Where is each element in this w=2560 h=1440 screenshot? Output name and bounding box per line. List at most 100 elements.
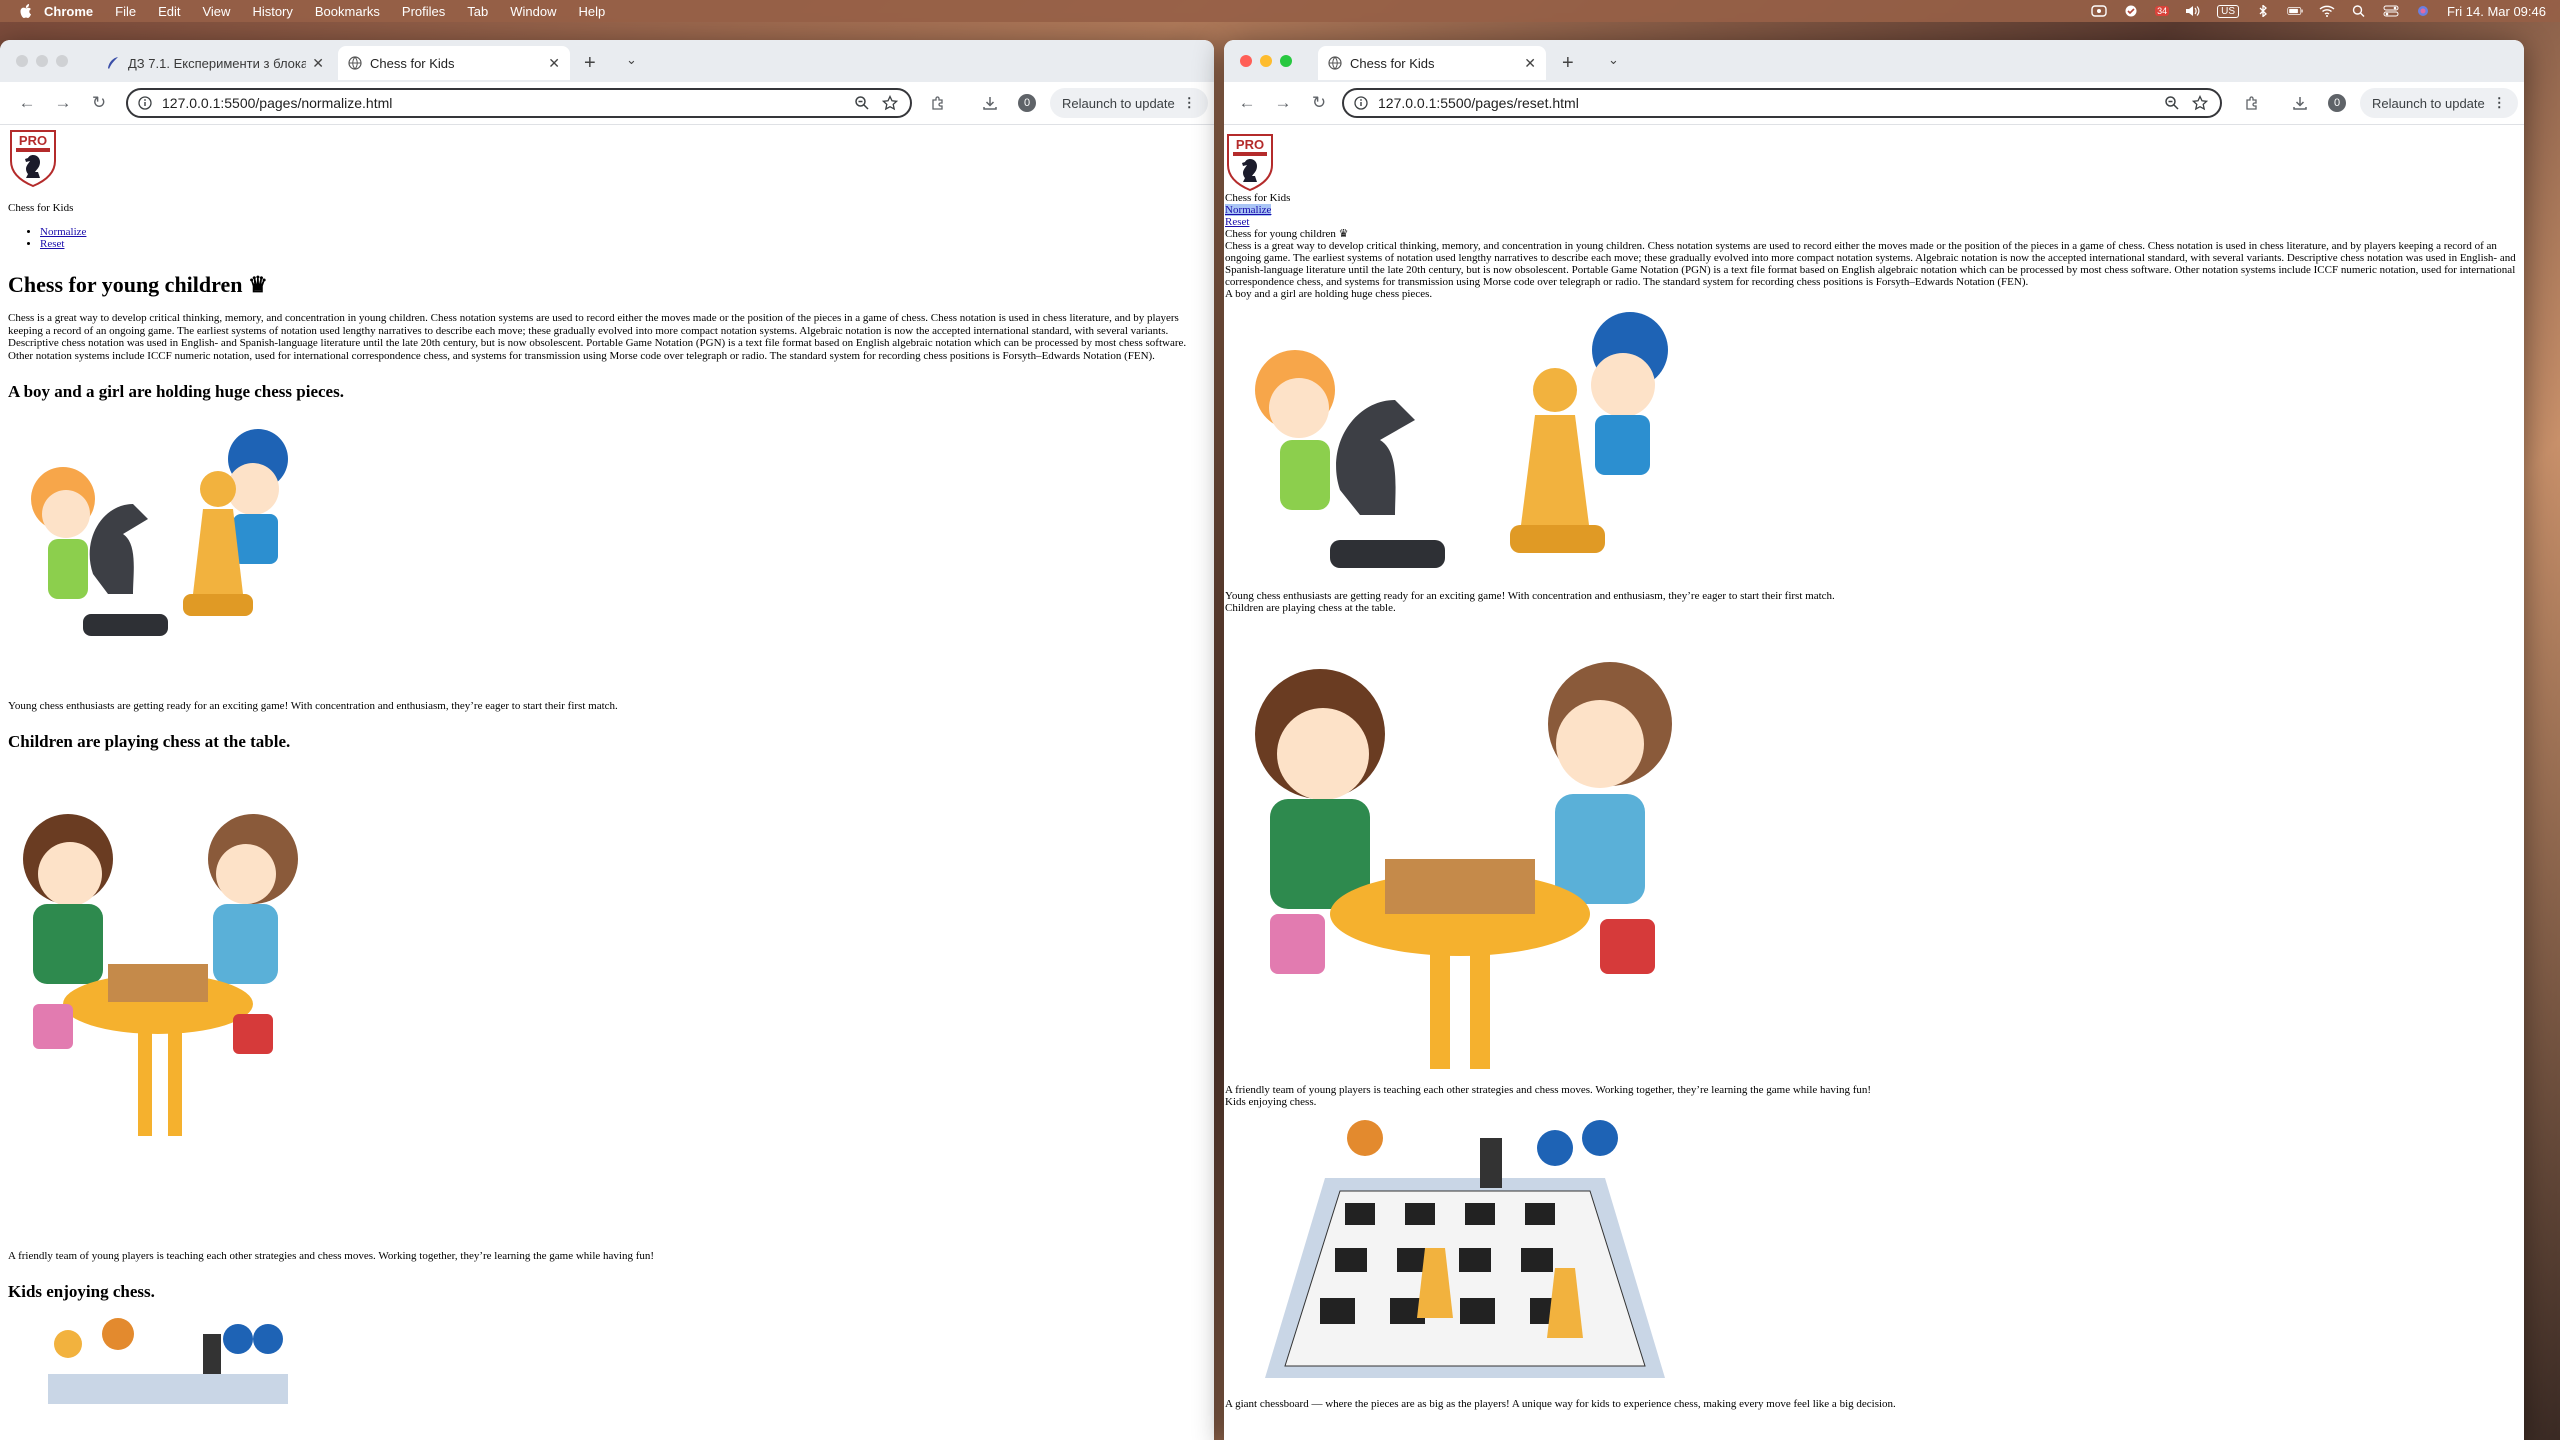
- tab-homework[interactable]: ДЗ 7.1. Експерименти з блоками ✕: [96, 46, 334, 80]
- tab-search-icon[interactable]: ⌄: [1608, 52, 1619, 68]
- zoom-window-button[interactable]: [1280, 55, 1292, 67]
- globe-icon: [1328, 56, 1342, 70]
- menu-profiles[interactable]: Profiles: [402, 4, 445, 19]
- close-tab-icon[interactable]: ✕: [1524, 55, 1536, 72]
- relaunch-label: Relaunch to update: [2372, 95, 2485, 111]
- control-center-icon[interactable]: [2383, 5, 2399, 17]
- new-tab-button[interactable]: +: [1562, 52, 1574, 75]
- profile-avatar[interactable]: 0: [1018, 94, 1036, 112]
- screen-record-icon[interactable]: [2091, 5, 2107, 17]
- kids-playing-chess-at-table-illustration: [1255, 662, 1672, 1069]
- section-title: Kids enjoying chess.: [8, 1282, 155, 1301]
- menu-kebab-icon[interactable]: ⋮: [1183, 95, 1196, 111]
- notification-badge[interactable]: 34: [2155, 6, 2170, 16]
- site-info-icon[interactable]: [138, 96, 152, 110]
- bookmark-star-icon[interactable]: [882, 95, 898, 111]
- section-caption: A friendly team of young players is teac…: [1225, 1084, 1872, 1096]
- section-caption: Young chess enthusiasts are getting read…: [1225, 590, 1835, 602]
- extensions-icon[interactable]: [2244, 95, 2260, 111]
- reload-icon[interactable]: ↻: [1310, 93, 1328, 112]
- zoom-icon[interactable]: [2164, 95, 2180, 111]
- back-icon[interactable]: ←: [1238, 93, 1256, 112]
- browser-toolbar: ← → ↻ 127.0.0.1:5500/pages/normalize.htm…: [0, 82, 1214, 125]
- relaunch-button[interactable]: Relaunch to update ⋮: [2360, 88, 2518, 118]
- section-caption: Young chess enthusiasts are getting read…: [8, 700, 618, 712]
- section-title: A boy and a girl are holding huge chess …: [8, 382, 344, 401]
- intro-paragraph: Chess is a great way to develop critical…: [8, 312, 1187, 362]
- site-title: Chess for Kids: [8, 202, 74, 214]
- close-tab-icon[interactable]: ✕: [312, 55, 324, 72]
- apple-icon[interactable]: [18, 3, 34, 19]
- tab-chess-for-kids[interactable]: Chess for Kids ✕: [1318, 46, 1546, 80]
- menu-history[interactable]: History: [252, 4, 292, 19]
- tab-chess-for-kids[interactable]: Chess for Kids ✕: [338, 46, 570, 80]
- bluetooth-icon[interactable]: [2255, 5, 2271, 17]
- zoom-icon[interactable]: [854, 95, 870, 111]
- menu-tab[interactable]: Tab: [467, 4, 488, 19]
- bookmark-star-icon[interactable]: [2192, 95, 2208, 111]
- nav-link-reset[interactable]: Reset: [40, 238, 64, 250]
- zoom-window-button[interactable]: [56, 55, 68, 67]
- nav-item: Normalize: [40, 226, 1206, 238]
- reset-page: PRO Chess for Kids Normalize Reset Chess…: [1224, 124, 2524, 1440]
- close-tab-icon[interactable]: ✕: [548, 55, 560, 72]
- profile-avatar[interactable]: 0: [2328, 94, 2346, 112]
- close-window-button[interactable]: [16, 55, 28, 67]
- menu-help[interactable]: Help: [579, 4, 606, 19]
- tab-search-icon[interactable]: ⌄: [626, 52, 637, 68]
- relaunch-button[interactable]: Relaunch to update ⋮: [1050, 88, 1208, 118]
- browser-toolbar: ← → ↻ 127.0.0.1:5500/pages/reset.html 0 …: [1224, 82, 2524, 125]
- site-info-icon[interactable]: [1354, 96, 1368, 110]
- status-area: 34 US Fri 14. Mar 09:46: [2091, 0, 2546, 22]
- nav-list: Normalize Reset: [8, 226, 1206, 250]
- menu-view[interactable]: View: [202, 4, 230, 19]
- download-icon[interactable]: [982, 95, 998, 111]
- url-text[interactable]: 127.0.0.1:5500/pages/normalize.html: [162, 95, 854, 111]
- nav-link-normalize[interactable]: Normalize: [1225, 204, 1272, 216]
- input-source-indicator[interactable]: US: [2217, 4, 2239, 18]
- kids-on-giant-chessboard-illustration: [48, 1318, 288, 1404]
- download-icon[interactable]: [2292, 95, 2308, 111]
- menu-file[interactable]: File: [115, 4, 136, 19]
- menu-bookmarks[interactable]: Bookmarks: [315, 4, 380, 19]
- new-tab-button[interactable]: +: [584, 52, 596, 75]
- menu-edit[interactable]: Edit: [158, 4, 180, 19]
- svg-text:PRO: PRO: [19, 133, 47, 148]
- section-title: Children are playing chess at the table.: [1225, 602, 1396, 614]
- search-icon[interactable]: [2351, 5, 2367, 17]
- nav-link-normalize[interactable]: Normalize: [40, 226, 86, 238]
- shield-icon[interactable]: [2123, 5, 2139, 17]
- volume-icon[interactable]: [2185, 5, 2201, 17]
- minimize-window-button[interactable]: [36, 55, 48, 67]
- back-icon[interactable]: ←: [18, 93, 36, 112]
- kids-on-giant-chessboard-illustration: [1265, 1120, 1665, 1378]
- menu-window[interactable]: Window: [510, 4, 556, 19]
- menu-chrome[interactable]: Chrome: [44, 4, 93, 19]
- address-bar[interactable]: 127.0.0.1:5500/pages/reset.html: [1342, 88, 2222, 118]
- extensions-icon[interactable]: [930, 95, 946, 111]
- forward-icon[interactable]: →: [1274, 93, 1292, 112]
- page-heading: Chess for young children ♛: [8, 272, 268, 297]
- datetime[interactable]: Fri 14. Mar 09:46: [2447, 4, 2546, 19]
- minimize-window-button[interactable]: [1260, 55, 1272, 67]
- wifi-icon[interactable]: [2319, 5, 2335, 17]
- reload-icon[interactable]: ↻: [90, 93, 108, 112]
- battery-icon[interactable]: [2287, 5, 2303, 17]
- menu-kebab-icon[interactable]: ⋮: [2493, 95, 2506, 111]
- browser-window-left: ДЗ 7.1. Експерименти з блоками ✕ Chess f…: [0, 40, 1214, 1440]
- pro-chess-logo: PRO: [10, 130, 56, 188]
- tab-title: Chess for Kids: [1350, 55, 1435, 71]
- kids-playing-chess-at-table-illustration: [23, 814, 298, 1136]
- siri-icon[interactable]: [2415, 5, 2431, 17]
- nav-link-reset[interactable]: Reset: [1225, 216, 2523, 228]
- tab-title: ДЗ 7.1. Експерименти з блоками: [128, 55, 307, 71]
- address-bar[interactable]: 127.0.0.1:5500/pages/normalize.html: [126, 88, 912, 118]
- normalize-page: PRO Chess for Kids Normalize Reset Chess…: [0, 124, 1214, 1440]
- globe-icon: [348, 56, 362, 70]
- forward-icon[interactable]: →: [54, 93, 72, 112]
- close-window-button[interactable]: [1240, 55, 1252, 67]
- nav-item: Reset: [40, 238, 1206, 250]
- section-title: Kids enjoying chess.: [1225, 1096, 1317, 1108]
- url-text[interactable]: 127.0.0.1:5500/pages/reset.html: [1378, 95, 2164, 111]
- section-caption: A giant chessboard — where the pieces ar…: [1225, 1398, 1896, 1410]
